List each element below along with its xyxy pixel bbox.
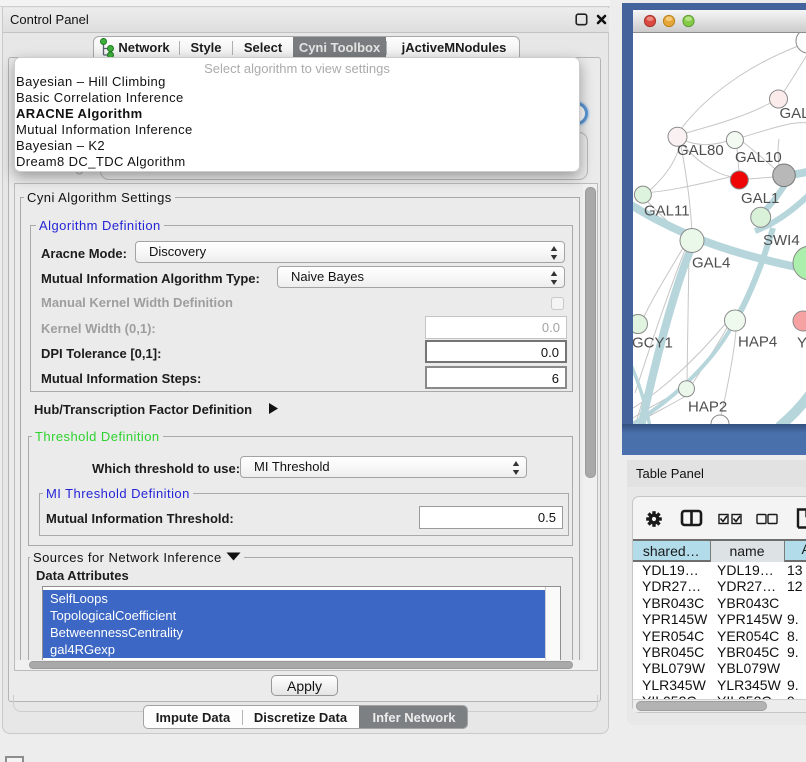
svg-text:GCY1: GCY1 (633, 335, 673, 352)
svg-text:GAL1: GAL1 (741, 190, 779, 207)
svg-text:HAP2: HAP2 (688, 399, 727, 416)
svg-text:GAL80: GAL80 (677, 142, 724, 159)
svg-text:GAL10: GAL10 (735, 149, 782, 166)
svg-text:GAL: GAL (780, 105, 806, 122)
svg-text:GAL11: GAL11 (644, 203, 690, 220)
svg-text:SWI4: SWI4 (763, 232, 800, 249)
svg-text:GAL4: GAL4 (692, 255, 730, 272)
svg-text:Y: Y (797, 335, 806, 352)
svg-text:HAP4: HAP4 (738, 334, 777, 351)
